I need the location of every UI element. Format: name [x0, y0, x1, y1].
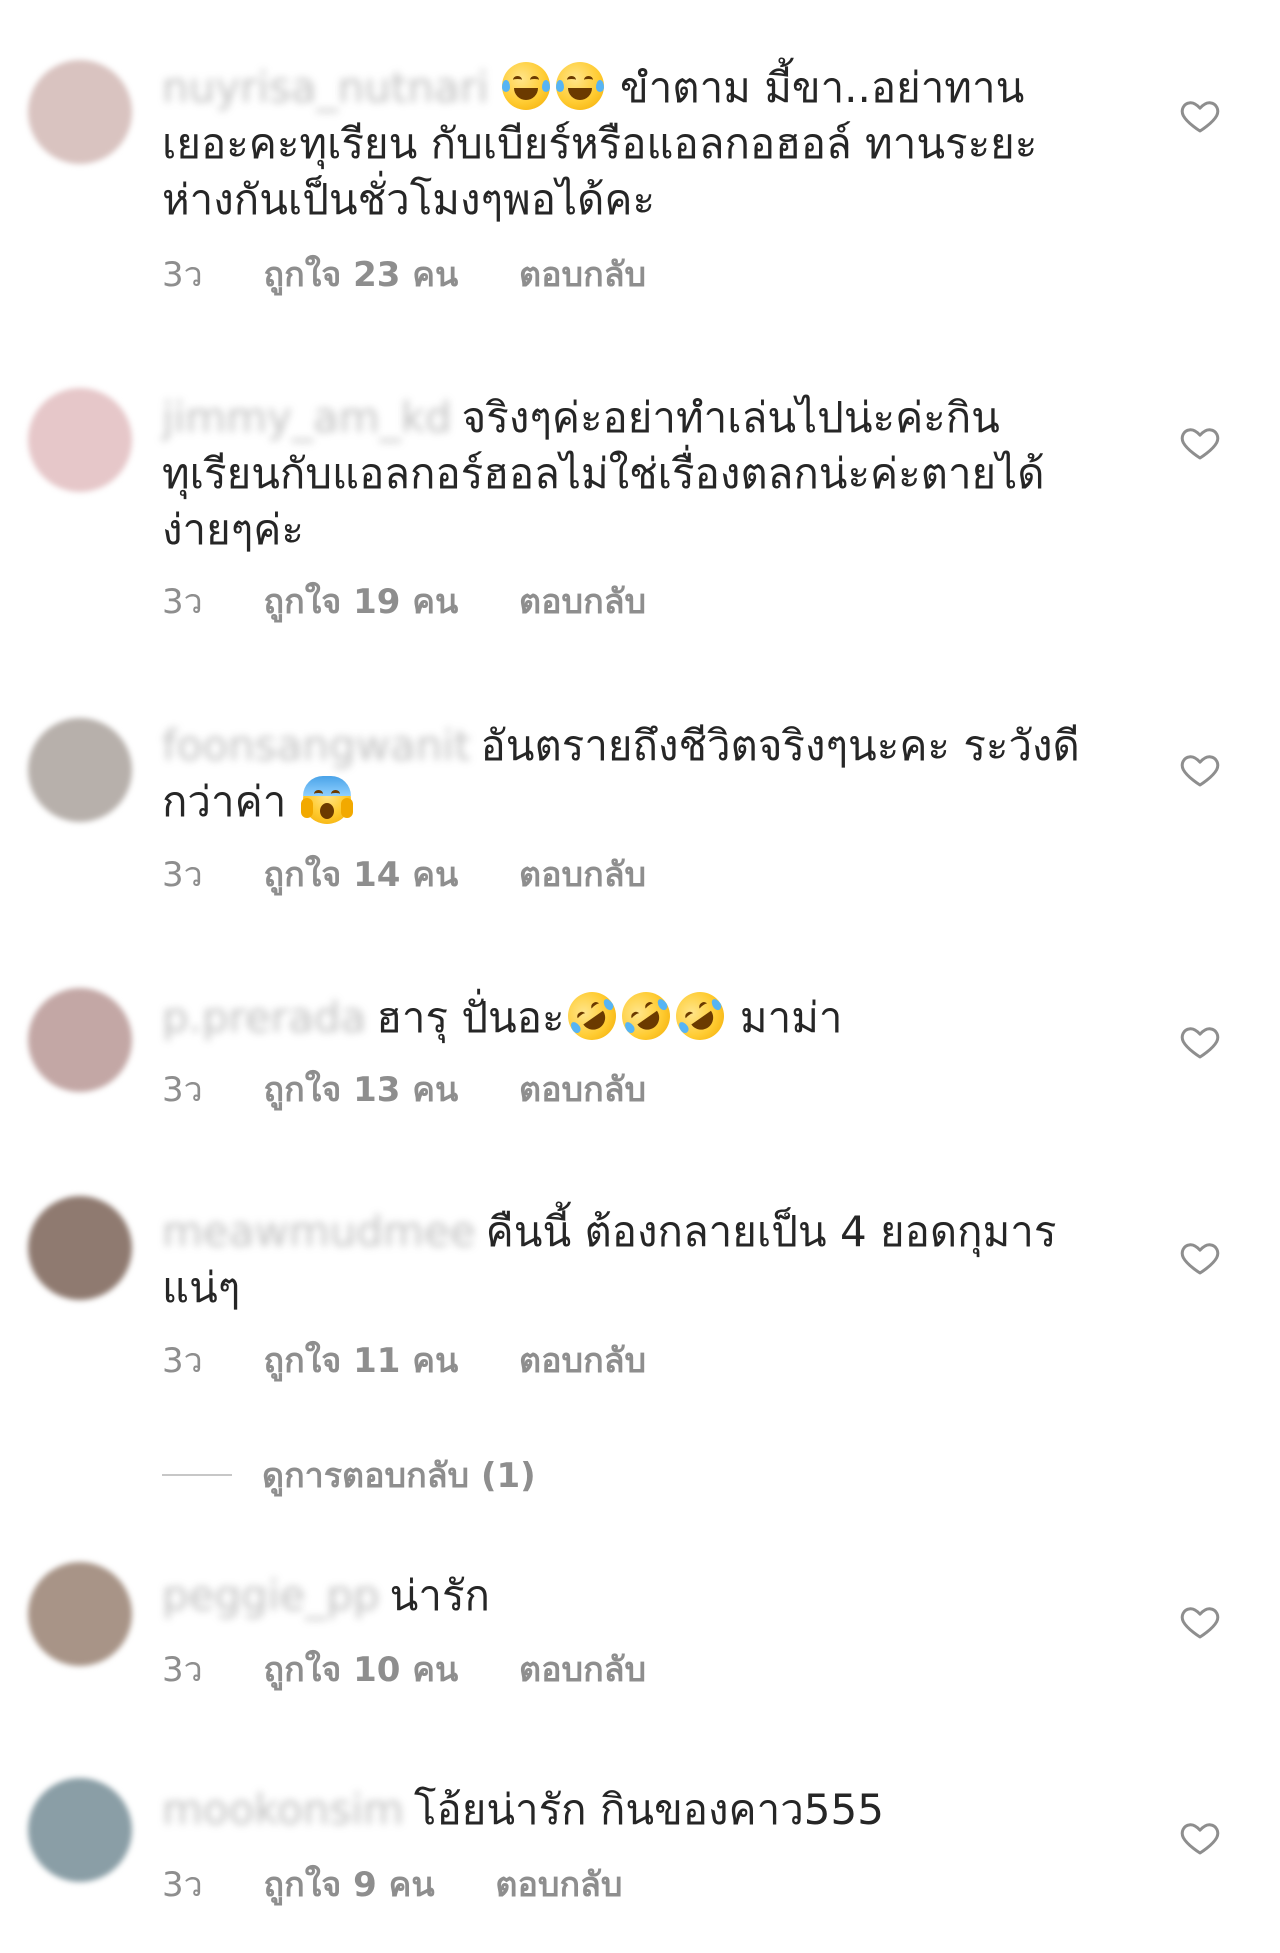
reply-button[interactable]: ตอบกลับ: [495, 1865, 622, 1905]
face-with-tears-of-joy-icon: [555, 62, 604, 110]
comment-text-block: jimmy_am_kd จริงๆค่ะอย่าทำเล่นไปน่ะค่ะกิน…: [162, 390, 1102, 558]
divider-line: [162, 1474, 232, 1476]
comment-text-block: meawmudmee คืนนี้ ต้องกลายเป็น 4 ยอดกุมาร…: [162, 1204, 1102, 1316]
comment-text-block: p.prerada ฮารุ ปั่นอะ มาม่า: [162, 982, 1102, 1050]
comment-meta: 3ว ถูกใจ 10 คน ตอบกลับ: [162, 1650, 696, 1690]
like-count[interactable]: ถูกใจ 9 คน: [264, 1865, 435, 1905]
username[interactable]: nuyrisa_nutnari: [162, 63, 489, 112]
comment-text: โอ้ยน่ารัก กินของคาว555: [413, 1785, 884, 1834]
like-count[interactable]: ถูกใจ 14 คน: [264, 855, 459, 895]
comment-meta: 3ว ถูกใจ 9 คน ตอบกลับ: [162, 1865, 672, 1905]
like-count[interactable]: ถูกใจ 23 คน: [264, 255, 459, 295]
comment-meta: 3ว ถูกใจ 13 คน ตอบกลับ: [162, 1070, 696, 1110]
comment-text: ฮารุ ปั่นอะ: [376, 993, 565, 1042]
avatar[interactable]: [28, 988, 132, 1092]
like-count[interactable]: ถูกใจ 10 คน: [264, 1650, 459, 1690]
heart-outline-icon[interactable]: [1180, 750, 1220, 790]
view-replies-label: ดูการตอบกลับ (1): [262, 1456, 536, 1496]
comment-time: 3ว: [162, 1650, 203, 1690]
username[interactable]: mookonsim: [162, 1785, 404, 1834]
comment-text-suffix: มาม่า: [739, 993, 843, 1042]
like-count[interactable]: ถูกใจ 13 คน: [264, 1070, 459, 1110]
reply-button[interactable]: ตอบกลับ: [519, 255, 646, 295]
comment-meta: 3ว ถูกใจ 11 คน ตอบกลับ: [162, 1341, 696, 1381]
comment-meta: 3ว ถูกใจ 19 คน ตอบกลับ: [162, 582, 696, 622]
view-replies-button[interactable]: ดูการตอบกลับ (1): [162, 1455, 536, 1496]
like-count[interactable]: ถูกใจ 11 คน: [264, 1341, 459, 1381]
heart-outline-icon[interactable]: [1180, 1818, 1220, 1858]
comment-meta: 3ว ถูกใจ 14 คน ตอบกลับ: [162, 855, 696, 895]
username[interactable]: jimmy_am_kd: [162, 393, 452, 442]
comment-text-block: foonsangwanit อันตรายถึงชีวิตจริงๆนะคะ ระ…: [162, 718, 1102, 830]
comment-text-block: mookonsim โอ้ยน่ารัก กินของคาว555: [162, 1782, 1102, 1838]
avatar[interactable]: [28, 718, 132, 822]
heart-outline-icon[interactable]: [1180, 96, 1220, 136]
comment-time: 3ว: [162, 1341, 203, 1381]
comment-text: น่ารัก: [389, 1571, 490, 1620]
heart-outline-icon[interactable]: [1180, 423, 1220, 463]
username[interactable]: p.prerada: [162, 993, 366, 1042]
reply-button[interactable]: ตอบกลับ: [519, 582, 646, 622]
avatar[interactable]: [28, 1196, 132, 1300]
reply-button[interactable]: ตอบกลับ: [519, 1650, 646, 1690]
username[interactable]: peggie_pp: [162, 1571, 380, 1620]
face-screaming-in-fear-icon: [300, 776, 353, 824]
comment-meta: 3ว ถูกใจ 23 คน ตอบกลับ: [162, 255, 696, 295]
comment-time: 3ว: [162, 1865, 203, 1905]
avatar[interactable]: [28, 388, 132, 492]
comment-text-block: peggie_pp น่ารัก: [162, 1568, 1102, 1624]
comment-text-block: nuyrisa_nutnari ขำตาม มี้ขา..อย่าทานเยอะ…: [162, 60, 1102, 228]
reply-button[interactable]: ตอบกลับ: [519, 1341, 646, 1381]
reply-button[interactable]: ตอบกลับ: [519, 855, 646, 895]
heart-outline-icon[interactable]: [1180, 1602, 1220, 1642]
heart-outline-icon[interactable]: [1180, 1238, 1220, 1278]
username[interactable]: foonsangwanit: [162, 721, 471, 770]
reply-button[interactable]: ตอบกลับ: [519, 1070, 646, 1110]
avatar[interactable]: [28, 60, 132, 164]
heart-outline-icon[interactable]: [1180, 1022, 1220, 1062]
rolling-on-the-floor-laughing-icon: [666, 982, 733, 1050]
like-count[interactable]: ถูกใจ 19 คน: [264, 582, 459, 622]
username[interactable]: meawmudmee: [162, 1207, 476, 1256]
avatar[interactable]: [28, 1778, 132, 1882]
rolling-on-the-floor-laughing-icon: [612, 982, 679, 1050]
avatar[interactable]: [28, 1562, 132, 1666]
comment-time: 3ว: [162, 255, 203, 295]
comment-time: 3ว: [162, 1070, 203, 1110]
comment-time: 3ว: [162, 582, 203, 622]
comment-time: 3ว: [162, 855, 203, 895]
rolling-on-the-floor-laughing-icon: [558, 982, 625, 1050]
face-with-tears-of-joy-icon: [501, 62, 550, 110]
